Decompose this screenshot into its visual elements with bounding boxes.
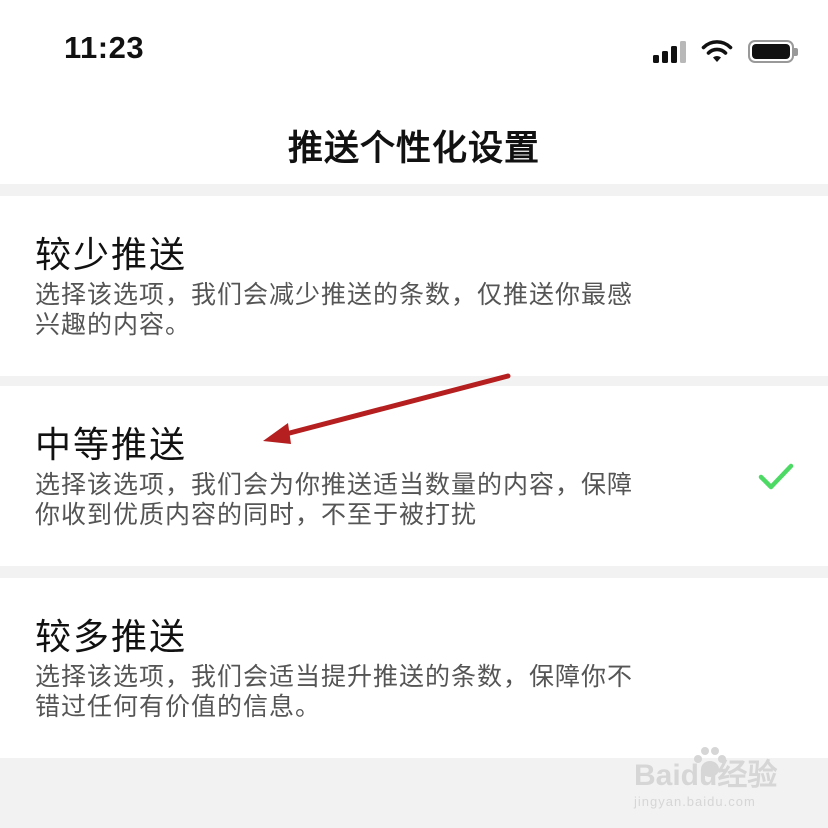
watermark-logo: Baidu经验 [634, 759, 778, 792]
watermark: Baidu经验 jingyan.baidu.com [634, 742, 784, 812]
option-description: 选择该选项，我们会减少推送的条数，仅推送你最感兴趣的内容。 [35, 280, 634, 339]
status-icons [653, 36, 798, 66]
status-time: 11:23 [64, 30, 145, 65]
status-bar: 11:23 [0, 0, 828, 100]
screen: 11:23 推送个性化设置 较少推送 选择该选项，我们会减少推送的条数，仅推送你… [0, 0, 828, 828]
option-title: 中等推送 [35, 425, 188, 466]
battery-icon [748, 39, 798, 63]
nav-bar: 推送个性化设置 [0, 100, 828, 184]
cellular-signal-icon [653, 39, 686, 63]
option-title: 较多推送 [35, 617, 188, 658]
option-title: 较少推送 [35, 235, 188, 276]
option-more-push[interactable]: 较多推送 选择该选项，我们会适当提升推送的条数，保障你不错过任何有价值的信息。 [0, 578, 828, 758]
checkmark-icon [758, 463, 794, 490]
option-description: 选择该选项，我们会为你推送适当数量的内容，保障你收到优质内容的同时，不至于被打扰 [35, 470, 634, 529]
watermark-url: jingyan.baidu.com [634, 794, 756, 809]
wifi-icon [701, 40, 733, 62]
option-medium-push[interactable]: 中等推送 选择该选项，我们会为你推送适当数量的内容，保障你收到优质内容的同时，不… [0, 386, 828, 566]
page-title: 推送个性化设置 [287, 129, 540, 169]
option-description: 选择该选项，我们会适当提升推送的条数，保障你不错过任何有价值的信息。 [35, 662, 634, 721]
option-less-push[interactable]: 较少推送 选择该选项，我们会减少推送的条数，仅推送你最感兴趣的内容。 [0, 196, 828, 376]
